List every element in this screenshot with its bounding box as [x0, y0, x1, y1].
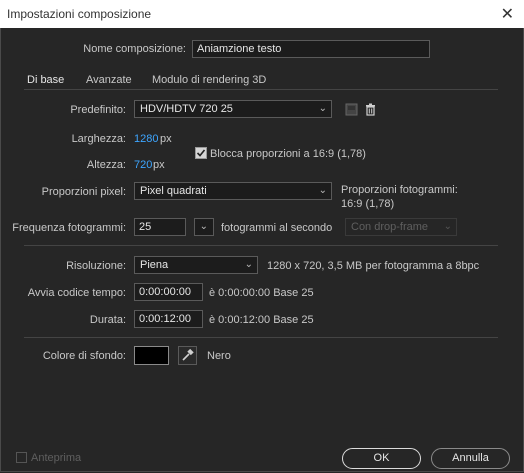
name-label: Nome composizione:	[83, 43, 186, 55]
drop-frame-value: Con drop-frame	[351, 221, 429, 233]
preset-value: HDV/HDTV 720 25	[140, 103, 233, 115]
duration-label: Durata:	[89, 314, 126, 326]
height-unit: px	[153, 159, 165, 171]
tab-3d-renderer[interactable]: Modulo di rendering 3D	[152, 74, 266, 86]
chevron-down-icon: ⌄	[318, 185, 327, 196]
eyedropper-icon[interactable]	[178, 346, 197, 365]
height-value[interactable]: 720	[134, 159, 152, 171]
ok-button[interactable]: OK	[342, 448, 421, 469]
chevron-down-icon: ⌄	[244, 259, 253, 270]
chevron-down-icon: ⌄	[443, 221, 452, 232]
width-value[interactable]: 1280	[134, 133, 158, 145]
tab-advanced[interactable]: Avanzate	[86, 74, 132, 86]
preset-label: Predefinito:	[70, 104, 126, 116]
lock-aspect-label: Blocca proporzioni a 16:9 (1,78)	[210, 148, 366, 160]
chevron-down-icon: ⌄	[199, 221, 208, 232]
dialog-frame	[0, 28, 524, 472]
width-label: Larghezza:	[71, 133, 126, 145]
resolution-value: Piena	[140, 259, 169, 271]
drop-frame-dropdown: Con drop-frame ⌄	[345, 218, 457, 236]
background-color-label: Colore di sfondo:	[42, 350, 126, 362]
delete-preset-icon[interactable]	[363, 102, 378, 117]
pixel-aspect-dropdown[interactable]: Pixel quadrati ⌄	[134, 182, 332, 200]
preset-dropdown[interactable]: HDV/HDTV 720 25 ⌄	[134, 100, 332, 118]
cancel-button[interactable]: Annulla	[431, 448, 510, 469]
width-unit: px	[160, 133, 172, 145]
pixel-aspect-label: Proporzioni pixel:	[41, 186, 126, 198]
start-timecode-label: Avvia codice tempo:	[27, 287, 126, 299]
start-timecode-info: è 0:00:00:00 Base 25	[209, 287, 314, 299]
background-color-swatch[interactable]	[134, 346, 169, 365]
duration-input[interactable]: 0:00:12:00	[134, 310, 203, 328]
pixel-aspect-value: Pixel quadrati	[140, 185, 207, 197]
background-color-name: Nero	[207, 350, 231, 362]
frame-rate-input[interactable]: 25	[134, 218, 186, 236]
preview-checkbox	[16, 452, 27, 463]
lock-aspect-checkbox[interactable]	[195, 147, 207, 159]
section-divider	[24, 245, 498, 246]
title-bar: Impostazioni composizione ✕	[0, 0, 524, 28]
resolution-info: 1280 x 720, 3,5 MB per fotogramma a 8bpc	[267, 260, 480, 272]
frame-aspect-value: 16:9 (1,78)	[341, 198, 395, 210]
duration-info: è 0:00:12:00 Base 25	[209, 314, 314, 326]
window-title: Impostazioni composizione	[7, 7, 152, 21]
resolution-dropdown[interactable]: Piena ⌄	[134, 256, 258, 274]
tab-divider	[24, 89, 498, 90]
section-divider	[24, 337, 498, 338]
frame-rate-dropdown[interactable]: ⌄	[194, 218, 214, 236]
start-timecode-input[interactable]: 0:00:00:00	[134, 283, 203, 301]
resolution-label: Risoluzione:	[66, 260, 126, 272]
frame-aspect-label: Proporzioni fotogrammi:	[341, 184, 458, 196]
save-preset-icon[interactable]	[344, 102, 359, 117]
height-label: Altezza:	[86, 159, 126, 171]
frame-rate-unit: fotogrammi al secondo	[221, 222, 333, 234]
composition-name-input[interactable]: Aniamzione testo	[192, 40, 430, 58]
preview-label: Anteprima	[31, 452, 82, 464]
close-icon[interactable]: ✕	[501, 4, 514, 24]
tab-basic[interactable]: Di base	[27, 74, 64, 86]
chevron-down-icon: ⌄	[318, 103, 327, 114]
frame-rate-label: Frequenza fotogrammi:	[12, 222, 126, 234]
